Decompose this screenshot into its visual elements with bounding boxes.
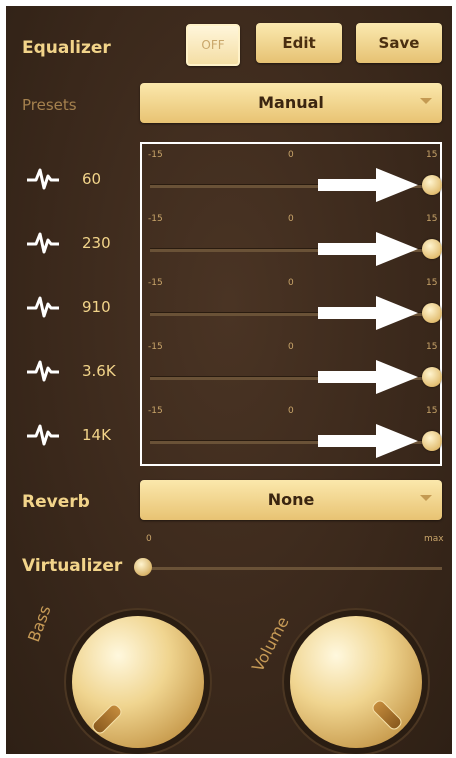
band-frequency-label: 14K xyxy=(82,426,111,444)
slider-max-label: 15 xyxy=(426,406,438,416)
slider-mid-label: 0 xyxy=(288,278,294,288)
virtualizer-label: Virtualizer xyxy=(22,556,123,576)
slider-max-label: 15 xyxy=(426,150,438,160)
waveform-icon xyxy=(27,424,59,446)
arrow-right-icon xyxy=(318,232,418,266)
band-row-910: 910 xyxy=(6,288,136,328)
waveform-icon xyxy=(27,232,59,254)
slider-mid-label: 0 xyxy=(288,150,294,160)
slider-max-label: 15 xyxy=(426,278,438,288)
volume-label: Volume xyxy=(248,613,293,675)
presets-selected-value: Manual xyxy=(258,93,324,112)
slider-min-label: -15 xyxy=(148,214,163,224)
slider-thumb[interactable] xyxy=(422,431,442,451)
virtualizer-max-label: max xyxy=(424,534,444,544)
waveform-icon xyxy=(27,168,59,190)
virtualizer-slider-thumb[interactable] xyxy=(134,558,152,576)
slider-max-label: 15 xyxy=(426,214,438,224)
reverb-dropdown[interactable]: None xyxy=(140,480,442,520)
band-frequency-label: 3.6K xyxy=(82,362,116,380)
arrow-right-icon xyxy=(318,360,418,394)
waveform-icon xyxy=(27,296,59,318)
slider-thumb[interactable] xyxy=(422,175,442,195)
waveform-icon xyxy=(27,360,59,382)
band-row-14k: 14K xyxy=(6,416,136,456)
arrow-right-icon xyxy=(318,296,418,330)
band-slider[interactable]: -15 0 15 xyxy=(142,402,442,466)
band-slider[interactable]: -15 0 15 xyxy=(142,210,442,274)
save-button[interactable]: Save xyxy=(356,23,442,63)
slider-min-label: -15 xyxy=(148,150,163,160)
presets-dropdown[interactable]: Manual xyxy=(140,83,442,123)
edit-button[interactable]: Edit xyxy=(256,23,342,63)
volume-knob-indicator xyxy=(370,698,404,732)
reverb-selected-value: None xyxy=(267,490,315,509)
band-frequency-label: 60 xyxy=(82,170,102,188)
bass-knob-indicator xyxy=(90,702,124,736)
slider-thumb[interactable] xyxy=(422,239,442,259)
band-frequency-label: 230 xyxy=(82,234,111,252)
band-slider[interactable]: -15 0 15 xyxy=(142,146,442,210)
equalizer-screen: Equalizer OFF Edit Save Presets Manual 6… xyxy=(6,6,452,754)
chevron-down-icon xyxy=(420,495,432,501)
slider-thumb[interactable] xyxy=(422,367,442,387)
bass-knob[interactable] xyxy=(72,616,204,748)
virtualizer-slider-track[interactable] xyxy=(142,567,442,570)
off-toggle-button[interactable]: OFF xyxy=(186,24,240,66)
band-row-230: 230 xyxy=(6,224,136,264)
slider-max-label: 15 xyxy=(426,342,438,352)
band-frequency-label: 910 xyxy=(82,298,111,316)
equalizer-title: Equalizer xyxy=(22,38,111,58)
virtualizer-min-label: 0 xyxy=(146,534,152,544)
bass-label: Bass xyxy=(24,602,55,645)
slider-thumb[interactable] xyxy=(422,303,442,323)
arrow-right-icon xyxy=(318,168,418,202)
equalizer-sliders-panel: -15 0 15 -15 0 15 -15 0 15 -15 0 15 -15 … xyxy=(140,142,442,466)
slider-mid-label: 0 xyxy=(288,342,294,352)
band-slider[interactable]: -15 0 15 xyxy=(142,338,442,402)
slider-min-label: -15 xyxy=(148,278,163,288)
arrow-right-icon xyxy=(318,424,418,458)
presets-label: Presets xyxy=(22,96,77,114)
volume-knob[interactable] xyxy=(290,616,422,748)
band-row-60: 60 xyxy=(6,160,136,200)
slider-mid-label: 0 xyxy=(288,406,294,416)
band-slider[interactable]: -15 0 15 xyxy=(142,274,442,338)
slider-min-label: -15 xyxy=(148,406,163,416)
reverb-label: Reverb xyxy=(22,492,90,512)
chevron-down-icon xyxy=(420,98,432,104)
slider-mid-label: 0 xyxy=(288,214,294,224)
band-row-3-6k: 3.6K xyxy=(6,352,136,392)
slider-min-label: -15 xyxy=(148,342,163,352)
